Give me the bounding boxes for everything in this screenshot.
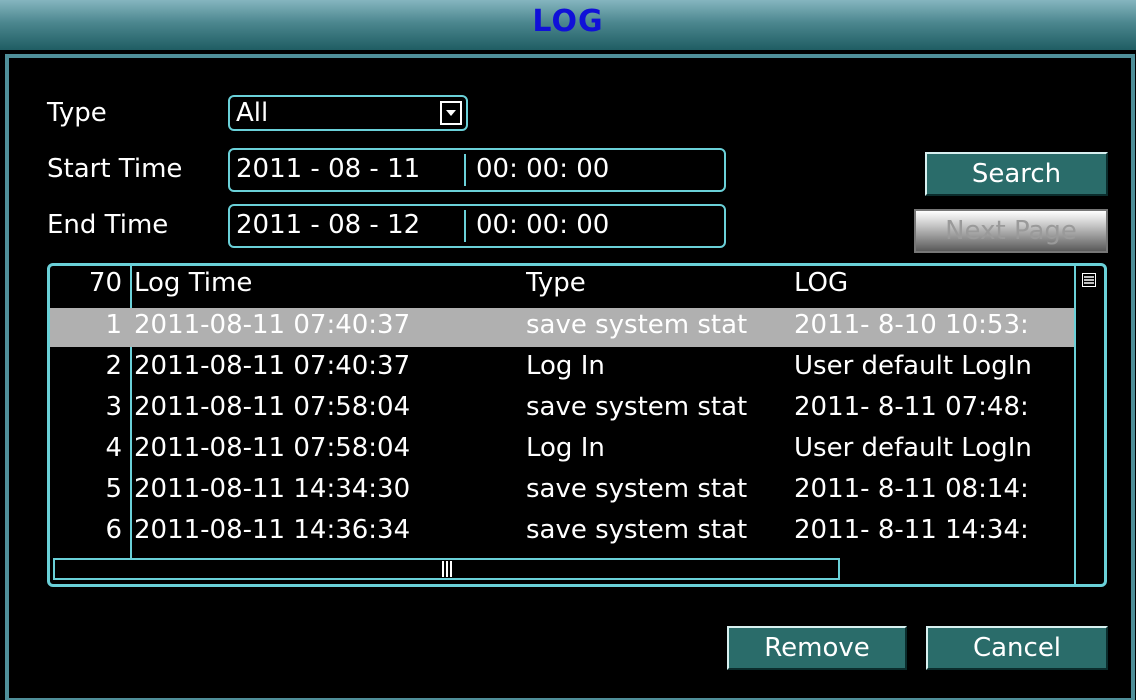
row-log: 2011- 8-11 14:34: [794,515,1029,545]
start-time-value[interactable]: 00: 00: 00 [476,154,609,184]
row-type: save system stat [526,392,748,422]
start-time-field[interactable]: 2011 - 08 - 11 00: 00: 00 [228,148,726,192]
row-log: 2011- 8-11 07:48: [794,392,1029,422]
column-header-log[interactable]: LOG [794,268,1076,298]
table-row[interactable]: 1 2011-08-11 07:40:37 save system stat 2… [50,308,1076,347]
row-index: 4 [105,433,122,463]
end-time-field[interactable]: 2011 - 08 - 12 00: 00: 00 [228,204,726,248]
type-select-value: All [236,98,269,128]
type-label: Type [47,98,107,128]
start-time-label: Start Time [47,154,183,184]
start-date-value[interactable]: 2011 - 08 - 11 [236,154,420,184]
record-count: 70 [88,268,122,298]
table-header: 70 Log Time Type LOG [50,266,1076,305]
row-log: 2011- 8-11 08:14: [794,474,1029,504]
date-time-divider [464,210,466,242]
cancel-button[interactable]: Cancel [926,626,1108,670]
table-row[interactable]: 6 2011-08-11 14:36:34 save system stat 2… [50,513,1076,552]
row-index: 6 [105,515,122,545]
type-select[interactable]: All [228,95,468,131]
window-title: LOG [532,4,604,39]
title-bar: LOG [0,0,1136,50]
remove-button[interactable]: Remove [727,626,907,670]
row-log: 2011- 8-10 10:53: [794,310,1029,340]
date-time-divider [464,154,466,186]
row-type: save system stat [526,515,748,545]
row-index: 5 [105,474,122,504]
row-log: User default LogIn [794,351,1032,381]
row-log-time: 2011-08-11 07:40:37 [134,310,411,340]
column-header-log-time[interactable]: Log Time [134,268,526,298]
next-page-button[interactable]: Next Page [914,209,1108,253]
row-type: save system stat [526,310,748,340]
row-index: 2 [105,351,122,381]
end-time-value[interactable]: 00: 00: 00 [476,210,609,240]
row-log-time: 2011-08-11 14:36:34 [134,515,411,545]
end-time-label: End Time [47,210,169,240]
end-date-value[interactable]: 2011 - 08 - 12 [236,210,420,240]
row-log: User default LogIn [794,433,1032,463]
chevron-down-icon[interactable] [440,101,462,125]
table-row[interactable]: 4 2011-08-11 07:58:04 Log In User defaul… [50,431,1076,470]
row-log-time: 2011-08-11 14:34:30 [134,474,411,504]
row-type: Log In [526,433,605,463]
row-log-time: 2011-08-11 07:40:37 [134,351,411,381]
row-log-time: 2011-08-11 07:58:04 [134,433,411,463]
grip-lines-icon[interactable] [1082,272,1096,287]
row-index: 1 [105,310,122,340]
table-row[interactable]: 3 2011-08-11 07:58:04 save system stat 2… [50,390,1076,429]
log-table[interactable]: 70 Log Time Type LOG 1 2011-08-11 07:40:… [47,263,1107,587]
search-button[interactable]: Search [925,152,1108,196]
vertical-scrollbar[interactable] [1074,266,1104,584]
row-type: Log In [526,351,605,381]
row-index: 3 [105,392,122,422]
row-type: save system stat [526,474,748,504]
row-log-time: 2011-08-11 07:58:04 [134,392,411,422]
horizontal-scrollbar[interactable] [53,558,840,580]
table-row[interactable]: 2 2011-08-11 07:40:37 Log In User defaul… [50,349,1076,388]
grip-vertical-icon[interactable] [440,561,454,577]
table-row[interactable]: 5 2011-08-11 14:34:30 save system stat 2… [50,472,1076,511]
column-header-type[interactable]: Type [526,268,792,298]
